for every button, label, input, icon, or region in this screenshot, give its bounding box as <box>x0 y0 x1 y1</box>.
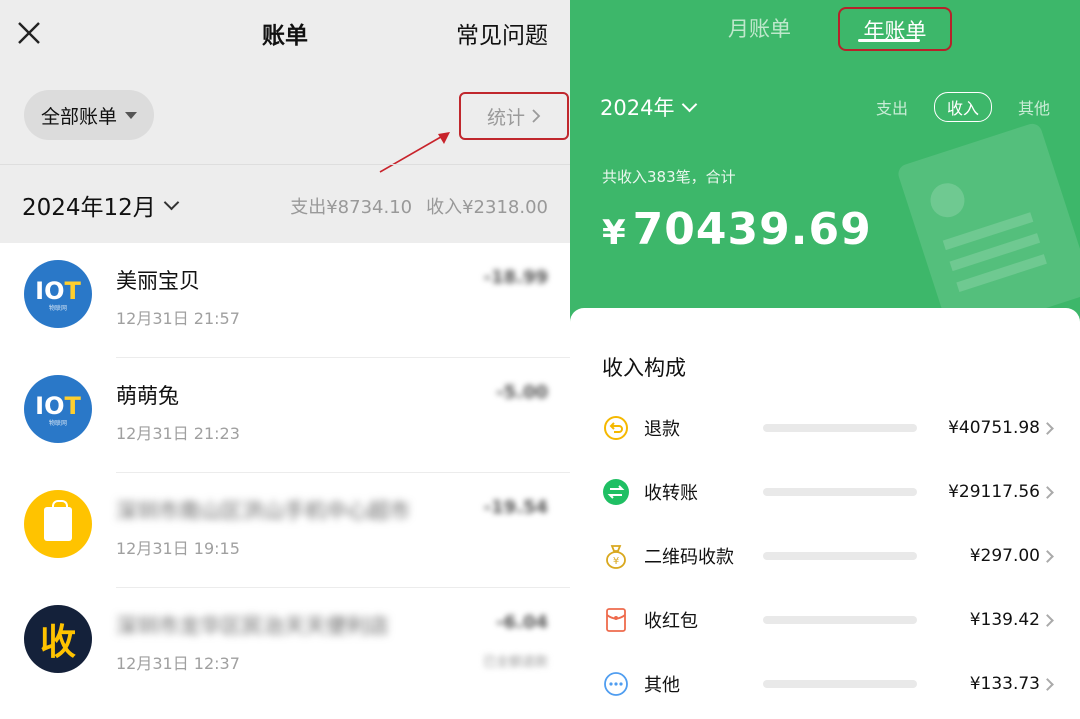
category-label: 收转账 <box>644 483 698 504</box>
month-expense: 支出¥8734.10 <box>290 197 413 218</box>
month-selector[interactable]: 2024年12月 <box>22 188 180 222</box>
stats-button[interactable]: 统计 <box>459 92 569 140</box>
transaction-list: IOT 物联网 美丽宝贝 12月31日 21:57 -18.99 IOT 物联网… <box>0 243 570 703</box>
merchant-avatar <box>24 490 92 558</box>
category-amount: ¥29117.56 <box>948 482 1040 502</box>
category-amount: ¥297.00 <box>969 546 1040 566</box>
breakdown-title: 收入构成 <box>602 356 686 380</box>
transaction-time: 12月31日 21:23 <box>116 424 240 443</box>
merchant-name: 深圳市龙华区民治天天便利店 <box>116 614 389 638</box>
money-bag-icon: ¥ <box>606 545 626 569</box>
category-label: 二维码收款 <box>644 547 734 568</box>
red-envelope-icon <box>606 608 626 632</box>
more-icon <box>604 672 628 696</box>
chevron-right-icon <box>1041 677 1054 691</box>
decorative-document-icon <box>895 121 1080 339</box>
bill-filter-label: 全部账单 <box>40 105 117 128</box>
month-summary: 支出¥8734.10 收入¥2318.00 <box>290 193 548 219</box>
category-bar <box>763 424 917 432</box>
category-label: 收红包 <box>644 611 698 632</box>
tab-annual-bill[interactable]: 年账单 <box>838 7 952 51</box>
category-bar <box>763 552 917 560</box>
transaction-row[interactable]: 深圳市南山区洪山手机中心超市 12月31日 19:15 -19.54 <box>0 473 570 588</box>
transaction-amount: -5.00 <box>496 382 548 403</box>
merchant-avatar: IOT 物联网 <box>24 260 92 328</box>
chevron-right-icon <box>1041 485 1054 499</box>
avatar-text: IO <box>35 276 65 305</box>
income-total: ¥70439.69 <box>602 204 872 255</box>
type-tabs: 支出 收入 其他 <box>876 92 1050 122</box>
year-selector[interactable]: 2024年 <box>600 92 698 122</box>
category-bar <box>763 488 917 496</box>
chevron-right-icon <box>1041 613 1054 627</box>
chevron-right-icon <box>1041 549 1054 563</box>
type-tab-income[interactable]: 收入 <box>933 92 992 122</box>
chevron-down-icon <box>682 96 698 112</box>
active-tab-indicator <box>858 39 920 42</box>
transaction-time: 12月31日 12:37 <box>116 654 240 673</box>
category-amount: ¥40751.98 <box>948 418 1040 438</box>
merchant-name: 萌萌兔 <box>116 384 179 408</box>
category-bar <box>763 680 917 688</box>
category-row-qrcode[interactable]: ¥ 二维码收款 ¥297.00 <box>570 536 1080 576</box>
svg-text:¥: ¥ <box>613 556 619 567</box>
category-label: 退款 <box>644 419 680 440</box>
refund-icon <box>604 416 628 440</box>
transaction-amount: -19.54 <box>483 497 548 518</box>
income-breakdown-card: 收入构成 退款 ¥40751.98 收转账 ¥29117.56 ¥ 二维码收款 … <box>570 308 1080 719</box>
transaction-status: 已全额退款 <box>482 655 548 670</box>
category-label: 其他 <box>644 675 680 696</box>
chevron-right-icon <box>1041 421 1054 435</box>
currency-symbol: ¥ <box>602 213 627 253</box>
faq-link[interactable]: 常见问题 <box>456 16 548 50</box>
bill-list-panel: 账单 常见问题 全部账单 统计 2024年12月 支出¥8734.10 收入¥23… <box>0 0 570 719</box>
shopping-bag-icon <box>44 500 72 541</box>
transaction-amount: -6.04 <box>496 612 548 633</box>
bill-filter-button[interactable]: 全部账单 <box>24 90 154 140</box>
avatar-text: T <box>64 391 81 420</box>
chevron-right-icon <box>532 109 541 123</box>
avatar-subtext: 物联网 <box>48 304 67 312</box>
avatar-text: T <box>64 276 81 305</box>
stats-label: 统计 <box>486 106 525 129</box>
category-bar <box>763 616 917 624</box>
chevron-down-icon <box>163 194 180 210</box>
transaction-row[interactable]: 收 深圳市龙华区民治天天便利店 12月31日 12:37 -6.04 已全额退款 <box>0 588 570 703</box>
category-row-refund[interactable]: 退款 ¥40751.98 <box>570 408 1080 448</box>
annual-bill-panel: 月账单 年账单 2024年 支出 收入 其他 共收入383笔，合计 ¥70439… <box>570 0 1080 719</box>
avatar-text: IO <box>35 391 65 420</box>
type-tab-expense[interactable]: 支出 <box>876 95 908 119</box>
caret-down-icon <box>125 111 137 119</box>
year-label: 2024年 <box>600 96 675 120</box>
transfer-icon <box>603 479 629 505</box>
transaction-time: 12月31日 21:57 <box>116 309 240 328</box>
merchant-avatar: IOT 物联网 <box>24 375 92 443</box>
transaction-row[interactable]: IOT 物联网 美丽宝贝 12月31日 21:57 -18.99 <box>0 243 570 358</box>
avatar-subtext: 物联网 <box>48 419 67 427</box>
category-amount: ¥133.73 <box>969 674 1040 694</box>
category-row-red-packet[interactable]: 收红包 ¥139.42 <box>570 600 1080 640</box>
tab-annual-label: 年账单 <box>863 19 927 43</box>
income-count-text: 共收入383笔，合计 <box>602 168 736 186</box>
divider <box>0 164 570 165</box>
income-total-value: 70439.69 <box>632 204 872 255</box>
category-row-other[interactable]: 其他 ¥133.73 <box>570 664 1080 704</box>
type-tab-other[interactable]: 其他 <box>1018 95 1050 119</box>
tab-monthly-bill[interactable]: 月账单 <box>728 13 791 43</box>
transaction-row[interactable]: IOT 物联网 萌萌兔 12月31日 21:23 -5.00 <box>0 358 570 473</box>
transaction-time: 12月31日 19:15 <box>116 539 240 558</box>
category-row-transfer[interactable]: 收转账 ¥29117.56 <box>570 472 1080 512</box>
category-amount: ¥139.42 <box>969 610 1040 630</box>
month-label: 2024年12月 <box>22 195 156 221</box>
merchant-name: 深圳市南山区洪山手机中心超市 <box>116 499 410 523</box>
annotation-arrow <box>379 132 450 173</box>
merchant-avatar: 收 <box>24 605 92 673</box>
month-income: 收入¥2318.00 <box>426 197 548 218</box>
merchant-name: 美丽宝贝 <box>116 269 200 293</box>
transaction-amount: -18.99 <box>483 267 548 288</box>
